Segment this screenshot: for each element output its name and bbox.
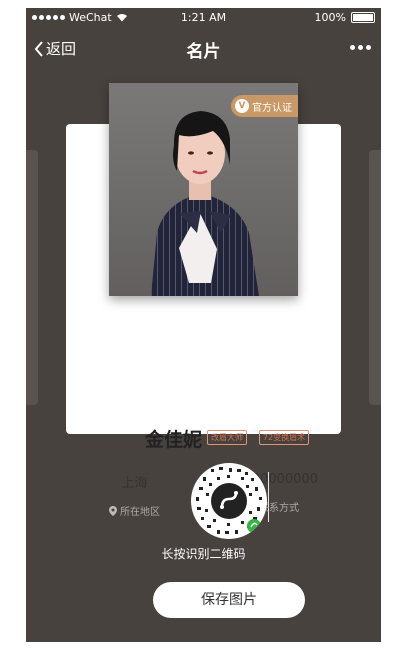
tag-2: 72变换眉术 <box>259 430 310 445</box>
location-pin-icon <box>109 505 117 516</box>
person-name: 金佳妮 <box>145 429 203 451</box>
prev-card-peek[interactable] <box>26 150 38 405</box>
verified-label: 官方认证 <box>252 102 292 114</box>
tag-1: 改眉大师 <box>207 430 247 445</box>
page-title: 名片 <box>186 42 221 62</box>
qr-label: 长按识别二维码 <box>161 547 246 561</box>
battery-percent: 100% <box>314 11 346 24</box>
verified-icon: V <box>235 99 249 113</box>
location-info: 上海 所在地区 <box>66 472 203 518</box>
phone-screen: WeChat 1:21 AM 100% 返回 名片 金佳妮 改眉大师 72变换眉… <box>26 8 381 642</box>
mini-program-code-icon <box>196 467 262 534</box>
save-image-button[interactable]: 保存图片 <box>153 582 305 618</box>
battery-icon <box>351 12 375 23</box>
nav-bar: 返回 名片 <box>26 30 381 66</box>
qr-code[interactable] <box>191 463 267 539</box>
location-value: 上海 <box>121 476 148 491</box>
location-label: 所在地区 <box>120 507 160 518</box>
more-icon[interactable] <box>350 45 371 50</box>
next-card-peek[interactable] <box>369 150 381 405</box>
verified-badge: V 官方认证 <box>231 95 298 117</box>
profile-photo: V 官方认证 <box>109 83 298 296</box>
status-bar: WeChat 1:21 AM 100% <box>26 8 381 28</box>
